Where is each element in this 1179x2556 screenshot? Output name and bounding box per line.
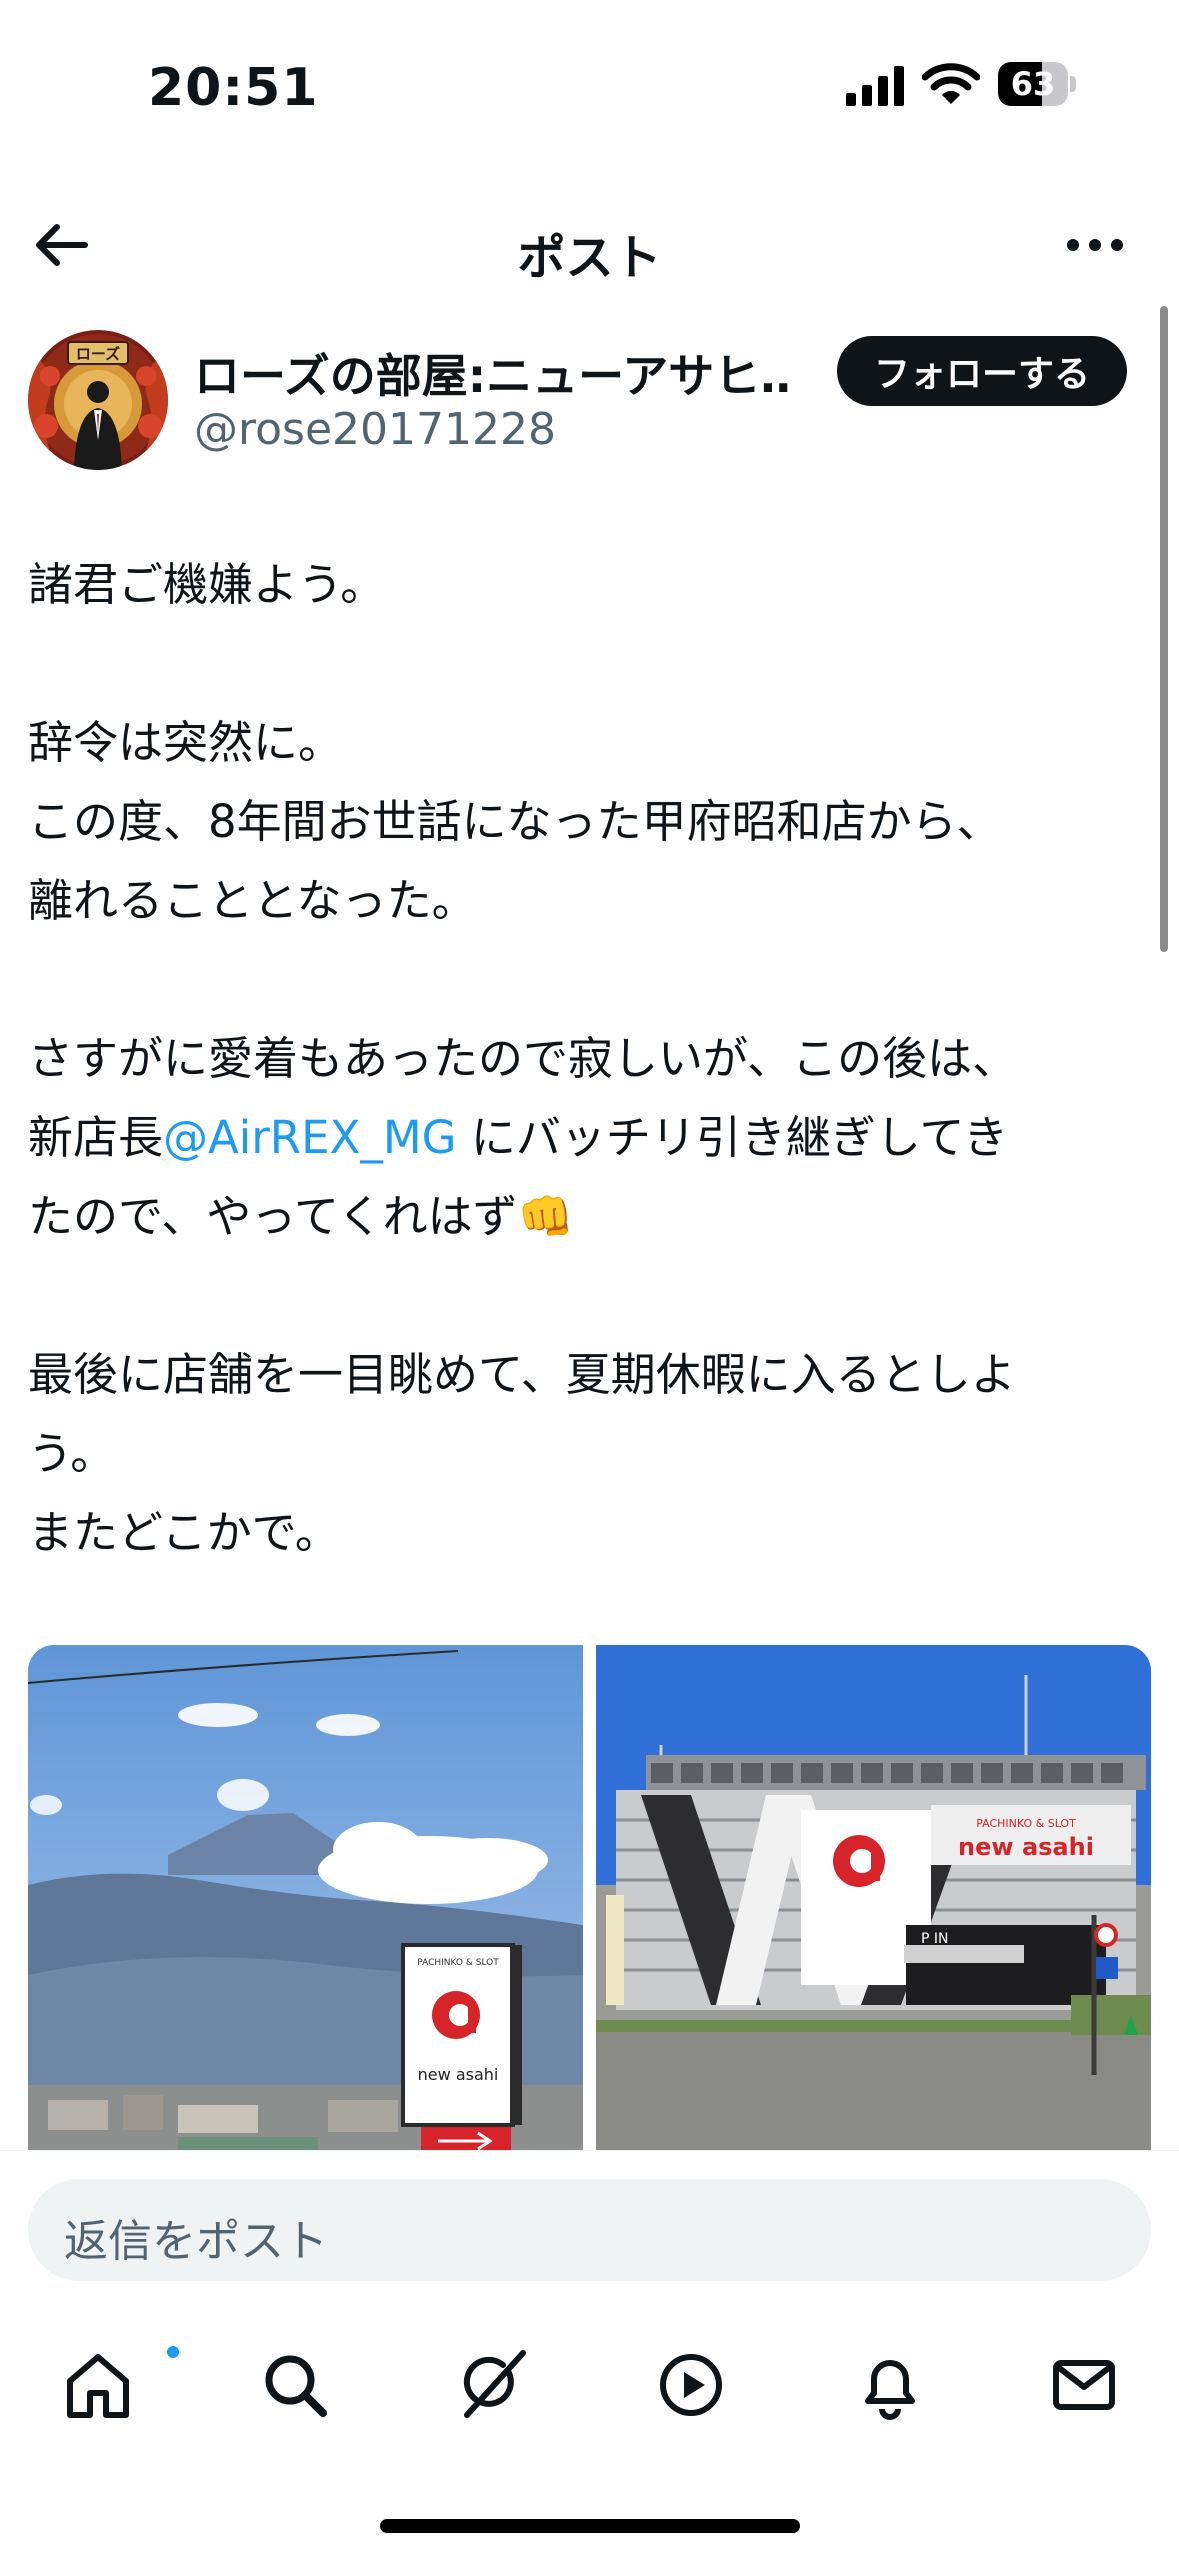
tab-notifications[interactable] bbox=[840, 2335, 940, 2435]
tweet-line: う。 bbox=[28, 1427, 116, 1480]
page-title: ポスト bbox=[517, 230, 662, 286]
avatar-sign-text: ローズ bbox=[76, 345, 120, 363]
battery-level: 63 bbox=[1010, 65, 1056, 103]
follow-button[interactable]: フォローする bbox=[837, 336, 1127, 406]
tweet-line: 離れることとなった。 bbox=[28, 874, 477, 927]
tab-messages[interactable] bbox=[1034, 2335, 1134, 2435]
more-horizontal-icon bbox=[1067, 239, 1123, 251]
author-display-name[interactable]: ローズの部屋:ニューアサヒ… bbox=[194, 340, 794, 406]
author-handle[interactable]: @rose20171228 bbox=[194, 404, 556, 455]
tab-video[interactable] bbox=[641, 2335, 741, 2435]
home-icon bbox=[67, 2354, 129, 2418]
tab-home[interactable] bbox=[48, 2335, 182, 2435]
reply-placeholder: 返信をポスト bbox=[64, 2216, 328, 2267]
parking-sign-text: P IN bbox=[921, 1931, 949, 1947]
tweet-line: さすがに愛着もあったので寂しいが、この後は、 bbox=[28, 1032, 1018, 1085]
messages-icon bbox=[1053, 2360, 1115, 2410]
tweet-line: 諸君ご機嫌よう。 bbox=[28, 558, 386, 611]
tweet-line: 新店長@AirREX_MG にバッチリ引き継ぎしてき bbox=[28, 1098, 1153, 1177]
reply-input[interactable]: 返信をポスト bbox=[28, 2179, 1151, 2281]
wifi-icon bbox=[922, 63, 980, 104]
sign-top-text: PACHINKO & SLOT bbox=[417, 1958, 499, 1968]
home-notification-dot bbox=[164, 2343, 182, 2361]
building-sign-brand: new asahi bbox=[958, 1833, 1094, 1861]
tab-grok[interactable] bbox=[443, 2335, 543, 2435]
photo-mountain-view[interactable]: PACHINKO & SLOT new asahi bbox=[28, 1645, 583, 2155]
mountain-photo: PACHINKO & SLOT new asahi bbox=[28, 1645, 583, 2155]
more-options-button[interactable] bbox=[1060, 210, 1130, 280]
tweet-line: この度、8年間お世話になった甲府昭和店から、 bbox=[28, 795, 1002, 848]
tweet-line: 辞令は突然に。 bbox=[28, 716, 344, 769]
grok-icon bbox=[463, 2350, 526, 2418]
search-icon bbox=[265, 2355, 327, 2417]
video-icon bbox=[660, 2354, 722, 2416]
tweet-line: またどこかで。 bbox=[28, 1506, 340, 1559]
avatar[interactable]: ローズ bbox=[28, 330, 168, 470]
tweet-line: 最後に店舗を一目眺めて、夏期休暇に入るとしよ bbox=[28, 1348, 1016, 1401]
battery-indicator: 63 bbox=[998, 62, 1076, 106]
tweet-text: 諸君ご機嫌よう。 辞令は突然に。 この度、8年間お世話になった甲府昭和店から、 … bbox=[28, 545, 1153, 1572]
home-indicator[interactable] bbox=[380, 2519, 800, 2533]
sign-brand-text: new asahi bbox=[418, 2065, 499, 2084]
store-photo: PACHINKO & SLOT new asahi P IN bbox=[596, 1645, 1151, 2155]
notifications-icon bbox=[865, 2360, 915, 2420]
nav-header: ポスト bbox=[0, 180, 1179, 310]
avatar-image: ローズ bbox=[28, 330, 168, 470]
tweet-text-segment: にバッチリ引き継ぎしてき bbox=[456, 1111, 1009, 1164]
cellular-signal-icon bbox=[846, 66, 904, 106]
tweet-text-segment: 新店長 bbox=[28, 1111, 164, 1164]
photo-store-building[interactable]: PACHINKO & SLOT new asahi P IN bbox=[596, 1645, 1151, 2155]
building-sign-top: PACHINKO & SLOT bbox=[976, 1817, 1076, 1830]
media-grid: PACHINKO & SLOT new asahi PACHINKO & SLO… bbox=[28, 1645, 1151, 2155]
mention-link[interactable]: @AirREX_MG bbox=[163, 1111, 457, 1164]
status-time: 20:51 bbox=[148, 58, 319, 118]
tweet-line: たので、やってくれはず👊 bbox=[28, 1190, 574, 1243]
tab-search[interactable] bbox=[245, 2335, 345, 2435]
status-bar: 20:51 63 bbox=[0, 0, 1179, 170]
bottom-bar: 返信をポスト bbox=[0, 2150, 1179, 2556]
scrollbar[interactable] bbox=[1160, 306, 1168, 952]
tab-bar bbox=[0, 2335, 1179, 2465]
